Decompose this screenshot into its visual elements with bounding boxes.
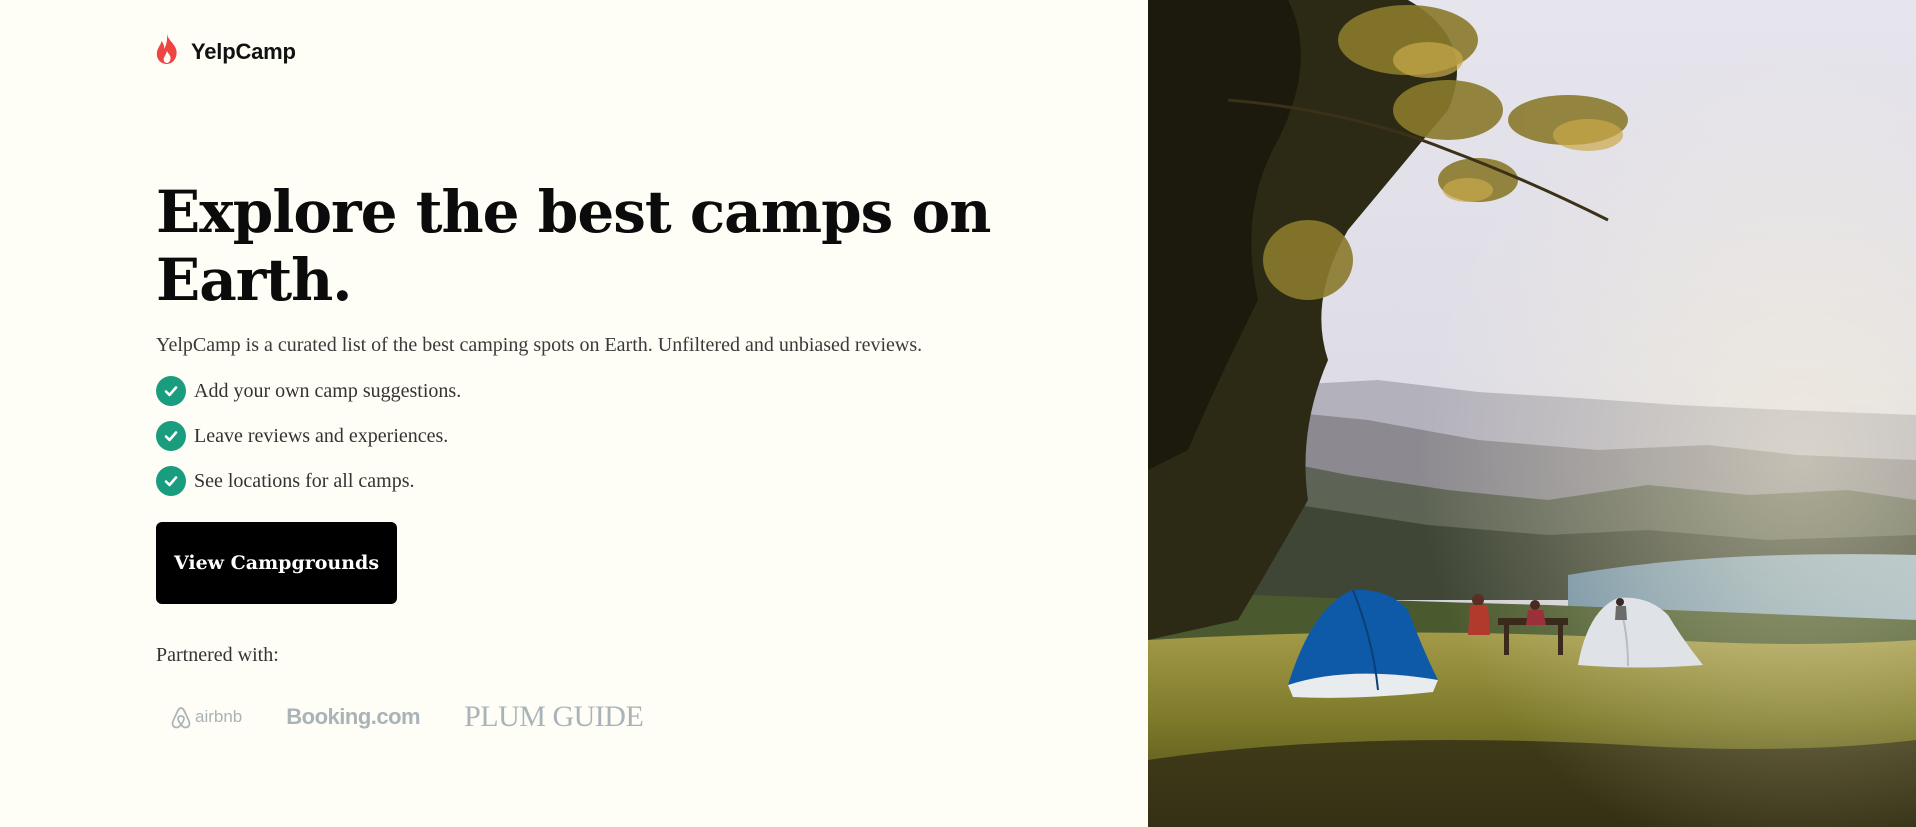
partners-label: Partnered with: <box>156 644 279 666</box>
flame-icon <box>155 33 179 70</box>
feature-text: Leave reviews and experiences. <box>194 424 449 447</box>
page-title: Explore the best camps on Earth. <box>156 178 991 314</box>
airbnb-logo: airbnb <box>170 705 242 729</box>
partner-logos: airbnb Booking.com PLUM GUIDE <box>156 697 1016 737</box>
airbnb-logo-text: airbnb <box>195 707 243 726</box>
brand-name: YelpCamp <box>191 38 296 64</box>
check-circle-icon <box>156 466 186 496</box>
hero-subtitle: YelpCamp is a curated list of the best c… <box>156 334 923 356</box>
content-panel: YelpCamp Explore the best camps on Earth… <box>0 0 1148 827</box>
brand-logo[interactable]: YelpCamp <box>155 33 296 70</box>
booking-logo: Booking.com <box>286 704 421 729</box>
landing-page: YelpCamp Explore the best camps on Earth… <box>0 0 1916 827</box>
view-campgrounds-button[interactable]: View Campgrounds <box>156 522 397 604</box>
check-circle-icon <box>156 376 186 406</box>
feature-list: Add your own camp suggestions. Leave rev… <box>156 376 1016 496</box>
feature-item: Add your own camp suggestions. <box>156 376 1016 406</box>
camping-tents-photo <box>1148 0 1916 827</box>
feature-item: See locations for all camps. <box>156 466 1016 496</box>
feature-text: Add your own camp suggestions. <box>194 379 462 402</box>
plum-guide-logo: PLUM GUIDE <box>464 700 644 733</box>
feature-text: See locations for all camps. <box>194 469 415 492</box>
hero-section: Explore the best camps on Earth. YelpCam… <box>156 178 1016 737</box>
check-circle-icon <box>156 421 186 451</box>
feature-item: Leave reviews and experiences. <box>156 421 1016 451</box>
